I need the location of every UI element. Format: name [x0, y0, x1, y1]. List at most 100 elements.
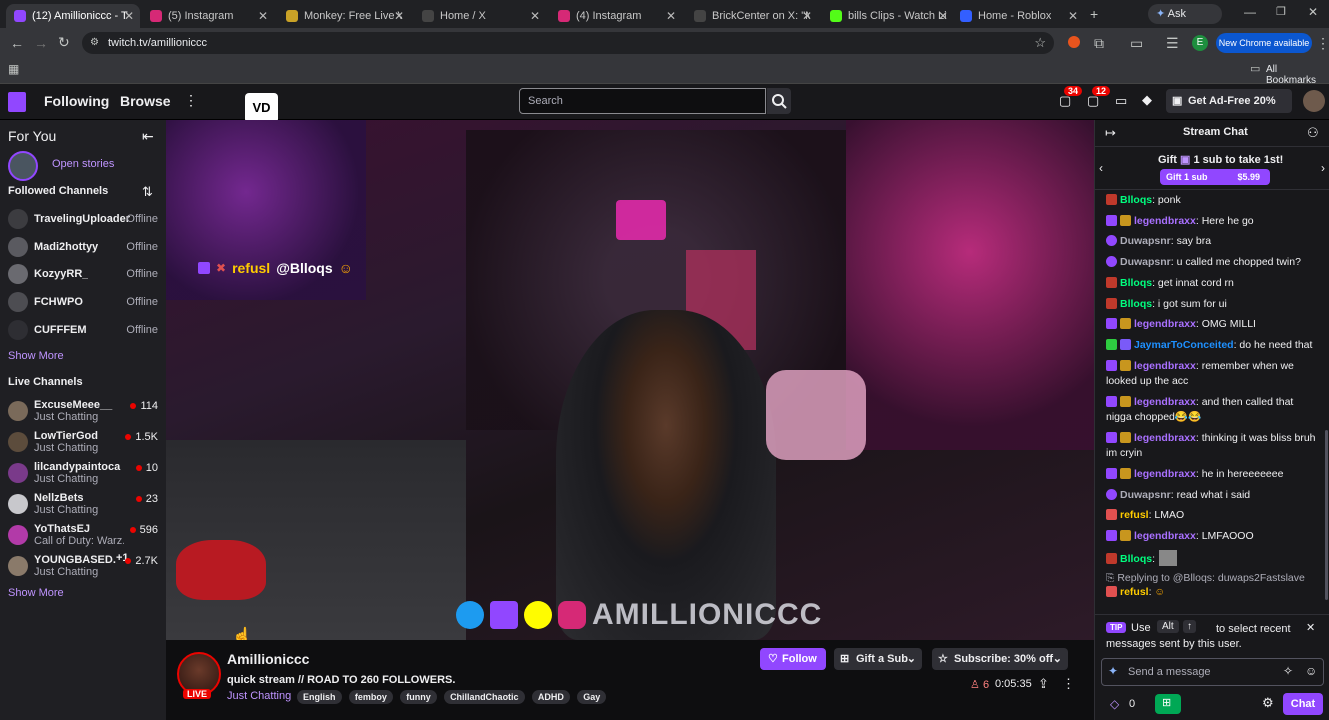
reading-list-icon[interactable]: ☰: [1166, 36, 1179, 50]
chat-username[interactable]: JaymarToConceited: [1134, 339, 1234, 351]
media-cast-icon[interactable]: ▭: [1130, 36, 1143, 50]
chat-message[interactable]: legendbraxx: thinking it was bliss bruh …: [1106, 431, 1318, 461]
apps-grid-icon[interactable]: ▦: [8, 63, 19, 75]
followed-channel-item[interactable]: Madi2hottyy Offline: [8, 234, 160, 260]
chat-message[interactable]: legendbraxx: OMG MILLI: [1106, 317, 1318, 332]
tab-twitch[interactable]: (12) Amillioniccc - T ✕: [6, 4, 140, 28]
close-icon[interactable]: ✕: [1068, 9, 1078, 23]
chat-username[interactable]: legendbraxx: [1134, 468, 1196, 480]
chat-username[interactable]: Duwapsnr: [1120, 235, 1171, 247]
reload-icon[interactable]: ↻: [58, 35, 70, 49]
chat-username[interactable]: legendbraxx: [1134, 215, 1196, 227]
tag[interactable]: funny: [400, 690, 437, 704]
chat-message[interactable]: legendbraxx: LMFAOOO: [1106, 529, 1318, 544]
follow-button[interactable]: ♡ Follow: [760, 648, 826, 670]
live-channel-item[interactable]: YoThatsEJ Call of Duty: Warz... 596: [8, 520, 160, 550]
chat-message[interactable]: Duwapsnr: read what i said: [1106, 488, 1318, 503]
chat-username[interactable]: legendbraxx: [1134, 318, 1196, 330]
share-icon[interactable]: ⇪: [1038, 676, 1049, 692]
search-button[interactable]: [767, 88, 791, 114]
chat-username[interactable]: Duwapsnr: [1120, 256, 1171, 268]
stream-category-link[interactable]: Just Chatting: [227, 690, 291, 702]
tab-monkey[interactable]: Monkey: Free Live V ✕: [278, 4, 410, 28]
followed-channel-item[interactable]: FCHWPO Offline: [8, 289, 160, 315]
tab-instagram-2[interactable]: (4) Instagram ✕: [550, 4, 682, 28]
nav-following[interactable]: Following: [44, 93, 109, 109]
nav-browse[interactable]: Browse: [120, 93, 171, 109]
ask-gemini-button[interactable]: ✦ Ask Gemini: [1148, 4, 1222, 40]
chat-username[interactable]: Duwapsnr: [1120, 489, 1171, 501]
chat-message[interactable]: legendbraxx: he in hereeeeeee: [1106, 467, 1318, 482]
get-ad-free-button[interactable]: ▣ Get Ad-Free 20% Off: [1166, 89, 1292, 131]
close-icon[interactable]: ✕: [258, 9, 268, 23]
close-icon[interactable]: ✕: [124, 9, 134, 23]
chat-username[interactable]: Blloqs: [1120, 553, 1152, 565]
back-icon[interactable]: ←: [10, 36, 24, 50]
gift-a-sub-button[interactable]: ⊞ Gift a Sub ⌄: [834, 648, 922, 670]
restore-icon[interactable]: ❐: [1276, 7, 1286, 18]
chat-send-button[interactable]: Chat: [1283, 693, 1323, 715]
chat-message[interactable]: legendbraxx: remember when we looked up …: [1106, 359, 1318, 389]
chat-username[interactable]: refusl: [1120, 586, 1149, 598]
forward-icon[interactable]: →: [34, 36, 48, 50]
extension-brave-icon[interactable]: [1068, 36, 1080, 48]
close-icon[interactable]: ✕: [666, 9, 676, 23]
tag[interactable]: ADHD: [531, 690, 570, 704]
live-channel-item[interactable]: LowTierGod Just Chatting 1.5K: [8, 427, 160, 457]
chat-message[interactable]: Duwapsnr: say bra: [1106, 234, 1318, 249]
chat-input[interactable]: ✦ Send a message ✧ ☺: [1101, 658, 1324, 686]
extensions-puzzle-icon[interactable]: ⧉: [1094, 36, 1104, 50]
tag[interactable]: Gay: [577, 690, 607, 704]
subscribe-button[interactable]: ☆ Subscribe: 30% off ⌄: [932, 648, 1068, 670]
tab-instagram[interactable]: (5) Instagram ✕: [142, 4, 274, 28]
tag[interactable]: femboy: [348, 690, 393, 704]
chrome-menu-icon[interactable]: ⋮: [1316, 36, 1329, 50]
collapse-chat-icon[interactable]: ↦: [1105, 125, 1116, 141]
chat-settings-gear-icon[interactable]: ⚙: [1262, 695, 1274, 711]
chat-username[interactable]: legendbraxx: [1134, 432, 1196, 444]
gift-one-sub-button[interactable]: Gift 1 sub $5.99: [1160, 169, 1270, 185]
minimize-icon[interactable]: —: [1244, 6, 1256, 18]
show-more-followed-link[interactable]: Show More: [8, 350, 64, 362]
chat-username[interactable]: Blloqs: [1120, 277, 1152, 289]
open-stories-link[interactable]: Open stories: [52, 158, 114, 170]
ai-sparkle-icon[interactable]: ✧: [1283, 664, 1293, 678]
live-channel-item[interactable]: NellzBets Just Chatting 23: [8, 489, 160, 519]
close-icon[interactable]: ✕: [530, 9, 540, 23]
search-input[interactable]: Search: [519, 88, 766, 114]
close-icon[interactable]: ✕: [938, 9, 948, 23]
channel-name[interactable]: Amillioniccc: [227, 651, 309, 667]
chat-scrollbar[interactable]: [1325, 430, 1328, 600]
chat-message[interactable]: refusl: LMAO: [1106, 508, 1318, 523]
bookmark-star-icon[interactable]: ☆: [1034, 32, 1046, 54]
bits-icon[interactable]: ✦: [1108, 664, 1118, 678]
chat-message[interactable]: Blloqs:: [1106, 550, 1318, 567]
tag[interactable]: ChillandChaotic: [444, 690, 525, 704]
more-options-icon[interactable]: ⋮: [1062, 676, 1075, 692]
chat-username[interactable]: Blloqs: [1120, 194, 1152, 206]
user-avatar[interactable]: [1303, 90, 1325, 112]
chat-username[interactable]: legendbraxx: [1134, 360, 1196, 372]
chat-message[interactable]: Duwapsnr: u called me chopped twin?: [1106, 255, 1318, 270]
stories-avatar[interactable]: [8, 151, 38, 181]
chat-message[interactable]: legendbraxx: Here he go: [1106, 214, 1318, 229]
gift-claim-button[interactable]: ⊞: [1155, 694, 1181, 714]
tab-kick[interactable]: bills Clips - Watch Live ✕: [822, 4, 954, 28]
new-chrome-available-button[interactable]: New Chrome available: [1216, 33, 1312, 53]
followed-channel-item[interactable]: KozyyRR_ Offline: [8, 261, 160, 287]
followed-channel-item[interactable]: CUFFFEM Offline: [8, 317, 160, 343]
community-icon[interactable]: ⚇: [1307, 125, 1319, 141]
video-player[interactable]: ✖ refusl @Blloqs ☺ AMILLIONICCC ☝: [166, 120, 1094, 640]
chat-message[interactable]: Blloqs: ponk: [1106, 193, 1318, 208]
close-window-icon[interactable]: ✕: [1308, 6, 1318, 18]
tab-brickcenter[interactable]: BrickCenter on X: "Mos ✕: [686, 4, 818, 28]
emoji-picker-icon[interactable]: ☺: [1305, 664, 1317, 678]
collapse-sidebar-icon[interactable]: ⇤: [142, 128, 154, 145]
chat-username[interactable]: refusl: [1120, 509, 1149, 521]
site-info-icon[interactable]: ⚙: [90, 32, 99, 54]
tab-x-home[interactable]: Home / X ✕: [414, 4, 546, 28]
chat-message[interactable]: legendbraxx: and then called that nigga …: [1106, 395, 1318, 425]
live-channel-item[interactable]: YOUNGBASED... Just Chatting +1 2.7K: [8, 551, 160, 581]
chat-message[interactable]: Blloqs: i got sum for ui: [1106, 297, 1318, 312]
live-channel-item[interactable]: ExcuseMeee__ Just Chatting 114: [8, 396, 160, 426]
